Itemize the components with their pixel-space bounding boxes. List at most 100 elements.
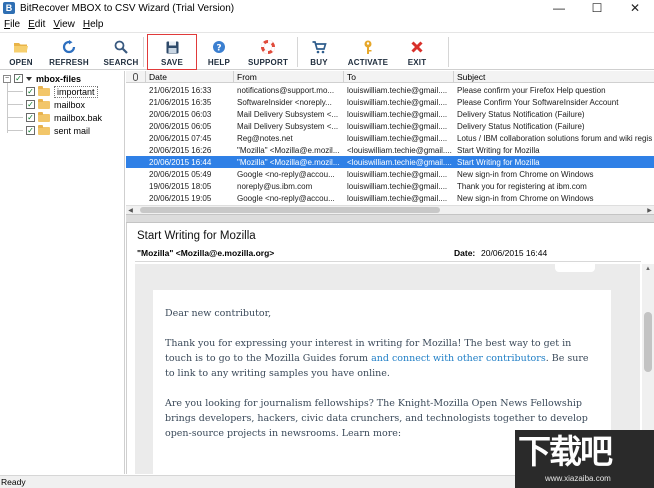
cell-to: louiswilliam.techie@gmail.... [347, 193, 448, 203]
email-row[interactable]: 21/06/2015 16:33 notifications@support.mo… [126, 84, 654, 96]
buy-button[interactable]: BUY [304, 35, 334, 69]
title-bar: B BitRecover MBOX to CSV Wizard (Trial V… [0, 0, 654, 16]
tree-checkbox[interactable]: ✓ [26, 126, 35, 135]
tree-checkbox[interactable]: ✓ [14, 74, 23, 83]
tree-connector [7, 104, 23, 105]
cell-from: SoftwareInsider <noreply... [237, 97, 332, 107]
cell-to: <louiswilliam.techie@gmail.... [347, 157, 452, 167]
scroll-thumb[interactable] [140, 207, 440, 213]
lifebuoy-icon [260, 40, 276, 54]
support-button[interactable]: SUPPORT [246, 35, 290, 69]
cell-attachment [126, 156, 146, 168]
exit-button[interactable]: EXIT [400, 35, 434, 69]
email-row[interactable]: 20/06/2015 19:05 Google <no-reply@accou..… [126, 192, 654, 204]
cell-to: louiswilliam.techie@gmail.... [347, 133, 448, 143]
toolbar: OPEN REFRESH SEARCH SAVE ? HELP SUPPORT [0, 32, 654, 70]
cell-subject: New sign-in from Chrome on Windows [457, 193, 594, 203]
column-from[interactable]: From [234, 71, 344, 83]
cell-to: louiswilliam.techie@gmail.... [347, 109, 448, 119]
cell-from: notifications@support.mo... [237, 85, 335, 95]
cell-date: 20/06/2015 07:45 [149, 133, 212, 143]
column-date[interactable]: Date [146, 71, 234, 83]
tree-item-label: sent mail [54, 125, 91, 136]
window-title: BitRecover MBOX to CSV Wizard (Trial Ver… [20, 2, 235, 14]
tree-root-mbox-files[interactable]: − ✓ mbox-files [3, 72, 81, 85]
tree-item-mailbox-bak[interactable]: ✓ mailbox.bak [26, 111, 102, 124]
email-row[interactable]: 20/06/2015 07:45 Reg@notes.net louiswillia… [126, 132, 654, 144]
menu-edit[interactable]: Edit [24, 19, 49, 30]
email-row[interactable]: 19/06/2015 18:05 noreply@us.ibm.com louisw… [126, 180, 654, 192]
email-row[interactable]: 20/06/2015 05:49 Google <no-reply@accou..… [126, 168, 654, 180]
tree-item-mailbox[interactable]: ✓ mailbox [26, 98, 85, 111]
tree-checkbox[interactable]: ✓ [26, 100, 35, 109]
email-row[interactable]: 20/06/2015 06:05 Mail Delivery Subsystem … [126, 120, 654, 132]
email-row[interactable]: 20/06/2015 16:26 "Mozilla" <Mozilla@e.moz… [126, 144, 654, 156]
watermark-text: 下载吧 [518, 432, 613, 471]
menu-file[interactable]: File [0, 19, 24, 30]
scroll-thumb[interactable] [644, 312, 652, 372]
email-row[interactable]: 20/06/2015 16:44 "Mozilla" <Mozilla@e.moz… [126, 156, 654, 168]
preview-date-label: Date: [454, 248, 476, 258]
horizontal-scrollbar[interactable]: ◀ ▶ [126, 205, 654, 214]
paperclip-icon [133, 73, 138, 81]
expanded-arrow-icon [26, 76, 32, 81]
cell-subject: Thank you for registering at ibm.com [457, 181, 587, 191]
cell-from: Reg@notes.net [237, 133, 293, 143]
refresh-button[interactable]: REFRESH [48, 35, 90, 69]
cell-date: 19/06/2015 18:05 [149, 181, 212, 191]
tree-checkbox[interactable]: ✓ [26, 113, 35, 122]
cell-to: louiswilliam.techie@gmail.... [347, 121, 448, 131]
scroll-up-icon[interactable]: ▲ [642, 264, 654, 274]
maximize-button[interactable]: ☐ [578, 0, 616, 16]
svg-text:?: ? [216, 44, 221, 54]
magnifier-icon [113, 40, 129, 54]
toolbar-separator [143, 37, 144, 67]
tree-item-important[interactable]: ✓ important [26, 85, 98, 98]
help-button[interactable]: ? HELP [204, 35, 234, 69]
minimize-button[interactable]: — [540, 0, 578, 16]
cell-subject: Delivery Status Notification (Failure) [457, 121, 585, 131]
preview-from: "Mozilla" <Mozilla@e.mozilla.org> [137, 248, 275, 258]
list-header: Date From To Subject [126, 71, 654, 83]
cell-from: Google <no-reply@accou... [237, 169, 335, 179]
cell-attachment [126, 108, 146, 120]
menu-bar: File Edit View Help [0, 17, 107, 31]
cell-attachment [126, 168, 146, 180]
cell-to: louiswilliam.techie@gmail.... [347, 169, 448, 179]
toolbar-separator [297, 37, 298, 67]
open-button[interactable]: OPEN [6, 35, 36, 69]
search-button[interactable]: SEARCH [103, 35, 139, 69]
app-logo-icon: B [3, 2, 15, 14]
preview-date: 20/06/2015 16:44 [481, 248, 548, 258]
cell-date: 20/06/2015 19:05 [149, 193, 212, 203]
cell-attachment [126, 96, 146, 108]
contributors-link[interactable]: and connect with other contributors [371, 353, 546, 364]
column-attachment[interactable] [126, 71, 146, 83]
email-row[interactable]: 21/06/2015 16:35 SoftwareInsider <noreply… [126, 96, 654, 108]
menu-help[interactable]: Help [79, 19, 108, 30]
close-button[interactable]: ✕ [616, 0, 654, 16]
email-row[interactable]: 20/06/2015 06:03 Mail Delivery Subsystem … [126, 108, 654, 120]
key-icon [360, 40, 376, 54]
tree-checkbox[interactable]: ✓ [26, 87, 35, 96]
decorative-card [555, 263, 595, 272]
cell-from: "Mozilla" <Mozilla@e.mozil... [237, 145, 340, 155]
column-to[interactable]: To [344, 71, 454, 83]
cell-date: 20/06/2015 06:05 [149, 121, 212, 131]
pane-splitter[interactable] [126, 214, 654, 223]
column-subject[interactable]: Subject [454, 71, 654, 83]
cell-to: <louiswilliam.techie@gmail.... [347, 145, 452, 155]
save-button[interactable]: SAVE [147, 34, 197, 70]
activate-button[interactable]: ACTIVATE [345, 35, 391, 69]
tree-item-sent-mail[interactable]: ✓ sent mail [26, 124, 90, 137]
tree-item-label: mailbox.bak [54, 112, 103, 123]
preview-divider [135, 261, 641, 262]
folder-tree: − ✓ mbox-files ✓ important ✓ mailbox ✓ m… [0, 71, 125, 474]
cell-subject: Lotus / IBM collaboration solutions foru… [457, 133, 653, 143]
message-paragraph-1: Thank you for expressing your interest i… [165, 338, 589, 379]
cell-date: 21/06/2015 16:33 [149, 85, 212, 95]
email-list: Date From To Subject 21/06/2015 16:33 not… [126, 71, 654, 205]
folder-icon [38, 124, 50, 135]
menu-view[interactable]: View [49, 19, 79, 30]
collapse-toggle[interactable]: − [3, 74, 11, 83]
